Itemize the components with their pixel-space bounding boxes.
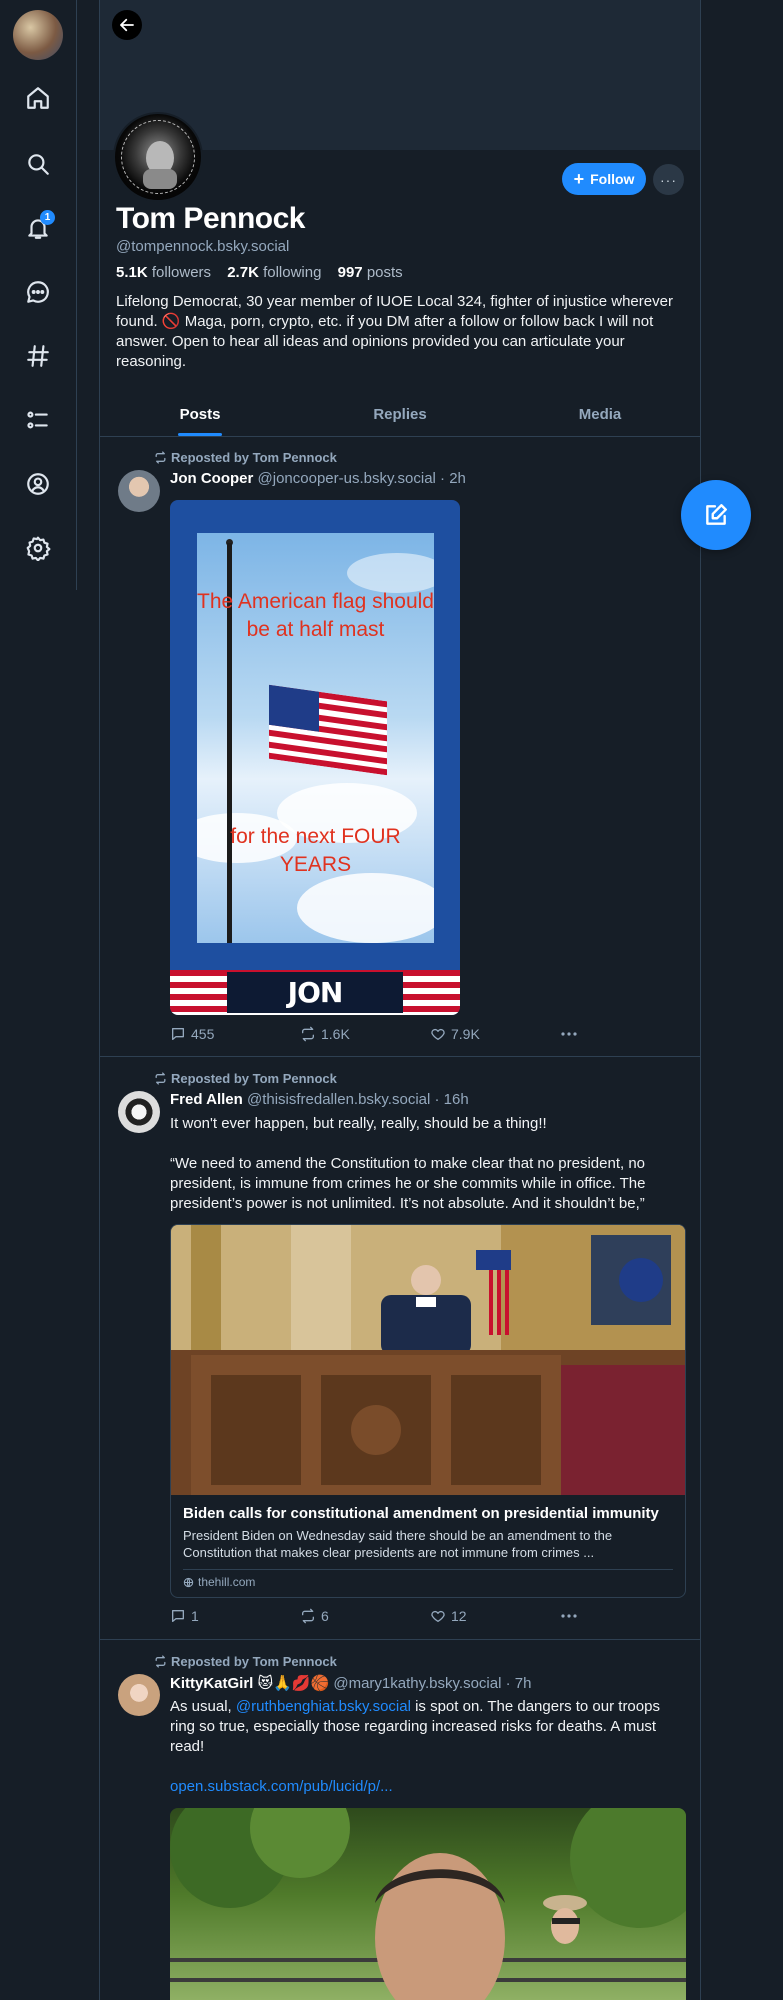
repost-icon (155, 1072, 166, 1085)
image-text-bottom: for the next FOUR YEARS (230, 825, 401, 876)
repost-indicator: Reposted by Tom Pennock (154, 1654, 337, 1669)
current-user-avatar[interactable] (13, 10, 63, 60)
back-button[interactable] (112, 10, 142, 40)
tab-replies[interactable]: Replies (300, 393, 500, 436)
following-stat[interactable]: 2.7K following (227, 264, 327, 281)
post-author-handle[interactable]: @thisisfredallen.bsky.social (247, 1091, 430, 1108)
profile-icon[interactable] (18, 464, 58, 504)
image-text-top: The American flag should be at half mast (197, 590, 434, 641)
bell-icon[interactable]: 1 (18, 208, 58, 248)
post-author-avatar[interactable] (118, 1674, 160, 1716)
post-actions: 455 1.6K 7.9K (170, 1024, 590, 1044)
profile-avatar[interactable] (113, 112, 203, 202)
post-author-name[interactable]: Fred Allen (170, 1091, 243, 1108)
more-icon (561, 1032, 577, 1036)
repost-indicator: Reposted by Tom Pennock (154, 450, 337, 465)
tab-media[interactable]: Media (500, 393, 700, 436)
profile-tabs: Posts Replies Media (100, 393, 700, 437)
heart-icon (431, 1028, 445, 1040)
like-button[interactable]: 12 (430, 1608, 560, 1624)
link-preview-source: thehill.com (183, 1575, 255, 1589)
notification-badge: 1 (40, 210, 55, 225)
profile-handle: @tompennock.bsky.social (116, 238, 290, 255)
reply-button[interactable]: 1 (170, 1608, 300, 1624)
search-icon[interactable] (18, 144, 58, 184)
more-options-button[interactable]: ··· (653, 164, 684, 195)
profile-bio: Lifelong Democrat, 30 year member of IUO… (116, 293, 673, 370)
post-image[interactable]: The American flag should be at half mast… (170, 500, 460, 1015)
repost-icon (155, 1655, 166, 1668)
compose-icon (706, 504, 727, 525)
repost-icon (302, 1608, 314, 1624)
repost-indicator: Reposted by Tom Pennock (154, 1071, 337, 1086)
list-icon[interactable] (18, 400, 58, 440)
like-button[interactable]: 7.9K (430, 1026, 560, 1042)
posts-stat: 997 posts (337, 264, 403, 281)
post-author-name[interactable]: Jon Cooper (170, 470, 253, 487)
tab-posts[interactable]: Posts (100, 393, 300, 436)
hashtag-icon[interactable] (18, 336, 58, 376)
post-time[interactable]: · 16h (435, 1091, 469, 1108)
arrow-left-icon (120, 18, 134, 32)
link-preview-image (171, 1225, 685, 1495)
external-link[interactable]: open.substack.com/pub/lucid/p/... (170, 1778, 393, 1795)
image-banner-name: JON COOPER (227, 972, 403, 1013)
profile-column: + Follow ··· Tom Pennock @tompennock.bsk… (99, 0, 701, 2000)
more-icon (561, 1614, 577, 1618)
gear-icon[interactable] (18, 528, 58, 568)
link-preview-card[interactable]: Biden calls for constitutional amendment… (170, 1224, 686, 1598)
home-icon[interactable] (18, 78, 58, 118)
american-flag (269, 684, 387, 776)
plus-icon: + (573, 169, 585, 189)
post-author-handle[interactable]: @mary1kathy.bsky.social (333, 1675, 501, 1692)
post-text: “We need to amend the Constitution to ma… (170, 1155, 646, 1212)
post-actions: 1 6 12 (170, 1606, 590, 1626)
repost-icon (302, 1026, 314, 1042)
compose-button[interactable] (681, 480, 751, 550)
post-author-name[interactable]: KittyKatGirl 😻🙏💋🏀 (170, 1675, 329, 1692)
post-image[interactable] (170, 1808, 686, 2000)
post-header: KittyKatGirl 😻🙏💋🏀 @mary1kathy.bsky.socia… (170, 1674, 531, 1692)
reply-icon (172, 1028, 184, 1040)
repost-icon (155, 451, 166, 464)
globe-icon (183, 1577, 194, 1587)
post-text: It won't ever happen, but really, really… (170, 1115, 547, 1132)
mention-link[interactable]: @ruthbenghiat.bsky.social (236, 1698, 411, 1715)
post-header: Jon Cooper @joncooper-us.bsky.social · 2… (170, 470, 466, 487)
post-author-handle[interactable]: @joncooper-us.bsky.social (258, 470, 436, 487)
follow-button[interactable]: + Follow (562, 163, 646, 195)
profile-stats: 5.1K followers 2.7K following 997 posts (116, 264, 415, 281)
link-preview-description: President Biden on Wednesday said there … (183, 1528, 613, 1560)
chat-icon[interactable] (18, 272, 58, 312)
left-nav: 1 (0, 0, 77, 590)
profile-display-name: Tom Pennock (116, 202, 305, 235)
repost-button[interactable]: 1.6K (300, 1026, 430, 1042)
post-time[interactable]: · 7h (506, 1675, 532, 1692)
post-author-avatar[interactable] (118, 470, 160, 512)
post-more-button[interactable] (560, 1613, 578, 1619)
reply-button[interactable]: 455 (170, 1026, 300, 1042)
followers-stat[interactable]: 5.1K followers (116, 264, 217, 281)
post-time[interactable]: · 2h (440, 470, 466, 487)
post-text: As usual, @ruthbenghiat.bsky.social is s… (170, 1698, 660, 1755)
post-more-button[interactable] (560, 1031, 578, 1037)
post-header: Fred Allen @thisisfredallen.bsky.social … (170, 1091, 469, 1108)
post-text: open.substack.com/pub/lucid/p/... (170, 1777, 686, 1797)
link-preview-title: Biden calls for constitutional amendment… (183, 1505, 659, 1522)
heart-icon (431, 1610, 445, 1622)
reply-icon (172, 1610, 184, 1622)
repost-button[interactable]: 6 (300, 1608, 430, 1624)
follow-label: Follow (590, 171, 635, 187)
post-author-avatar[interactable] (118, 1091, 160, 1133)
